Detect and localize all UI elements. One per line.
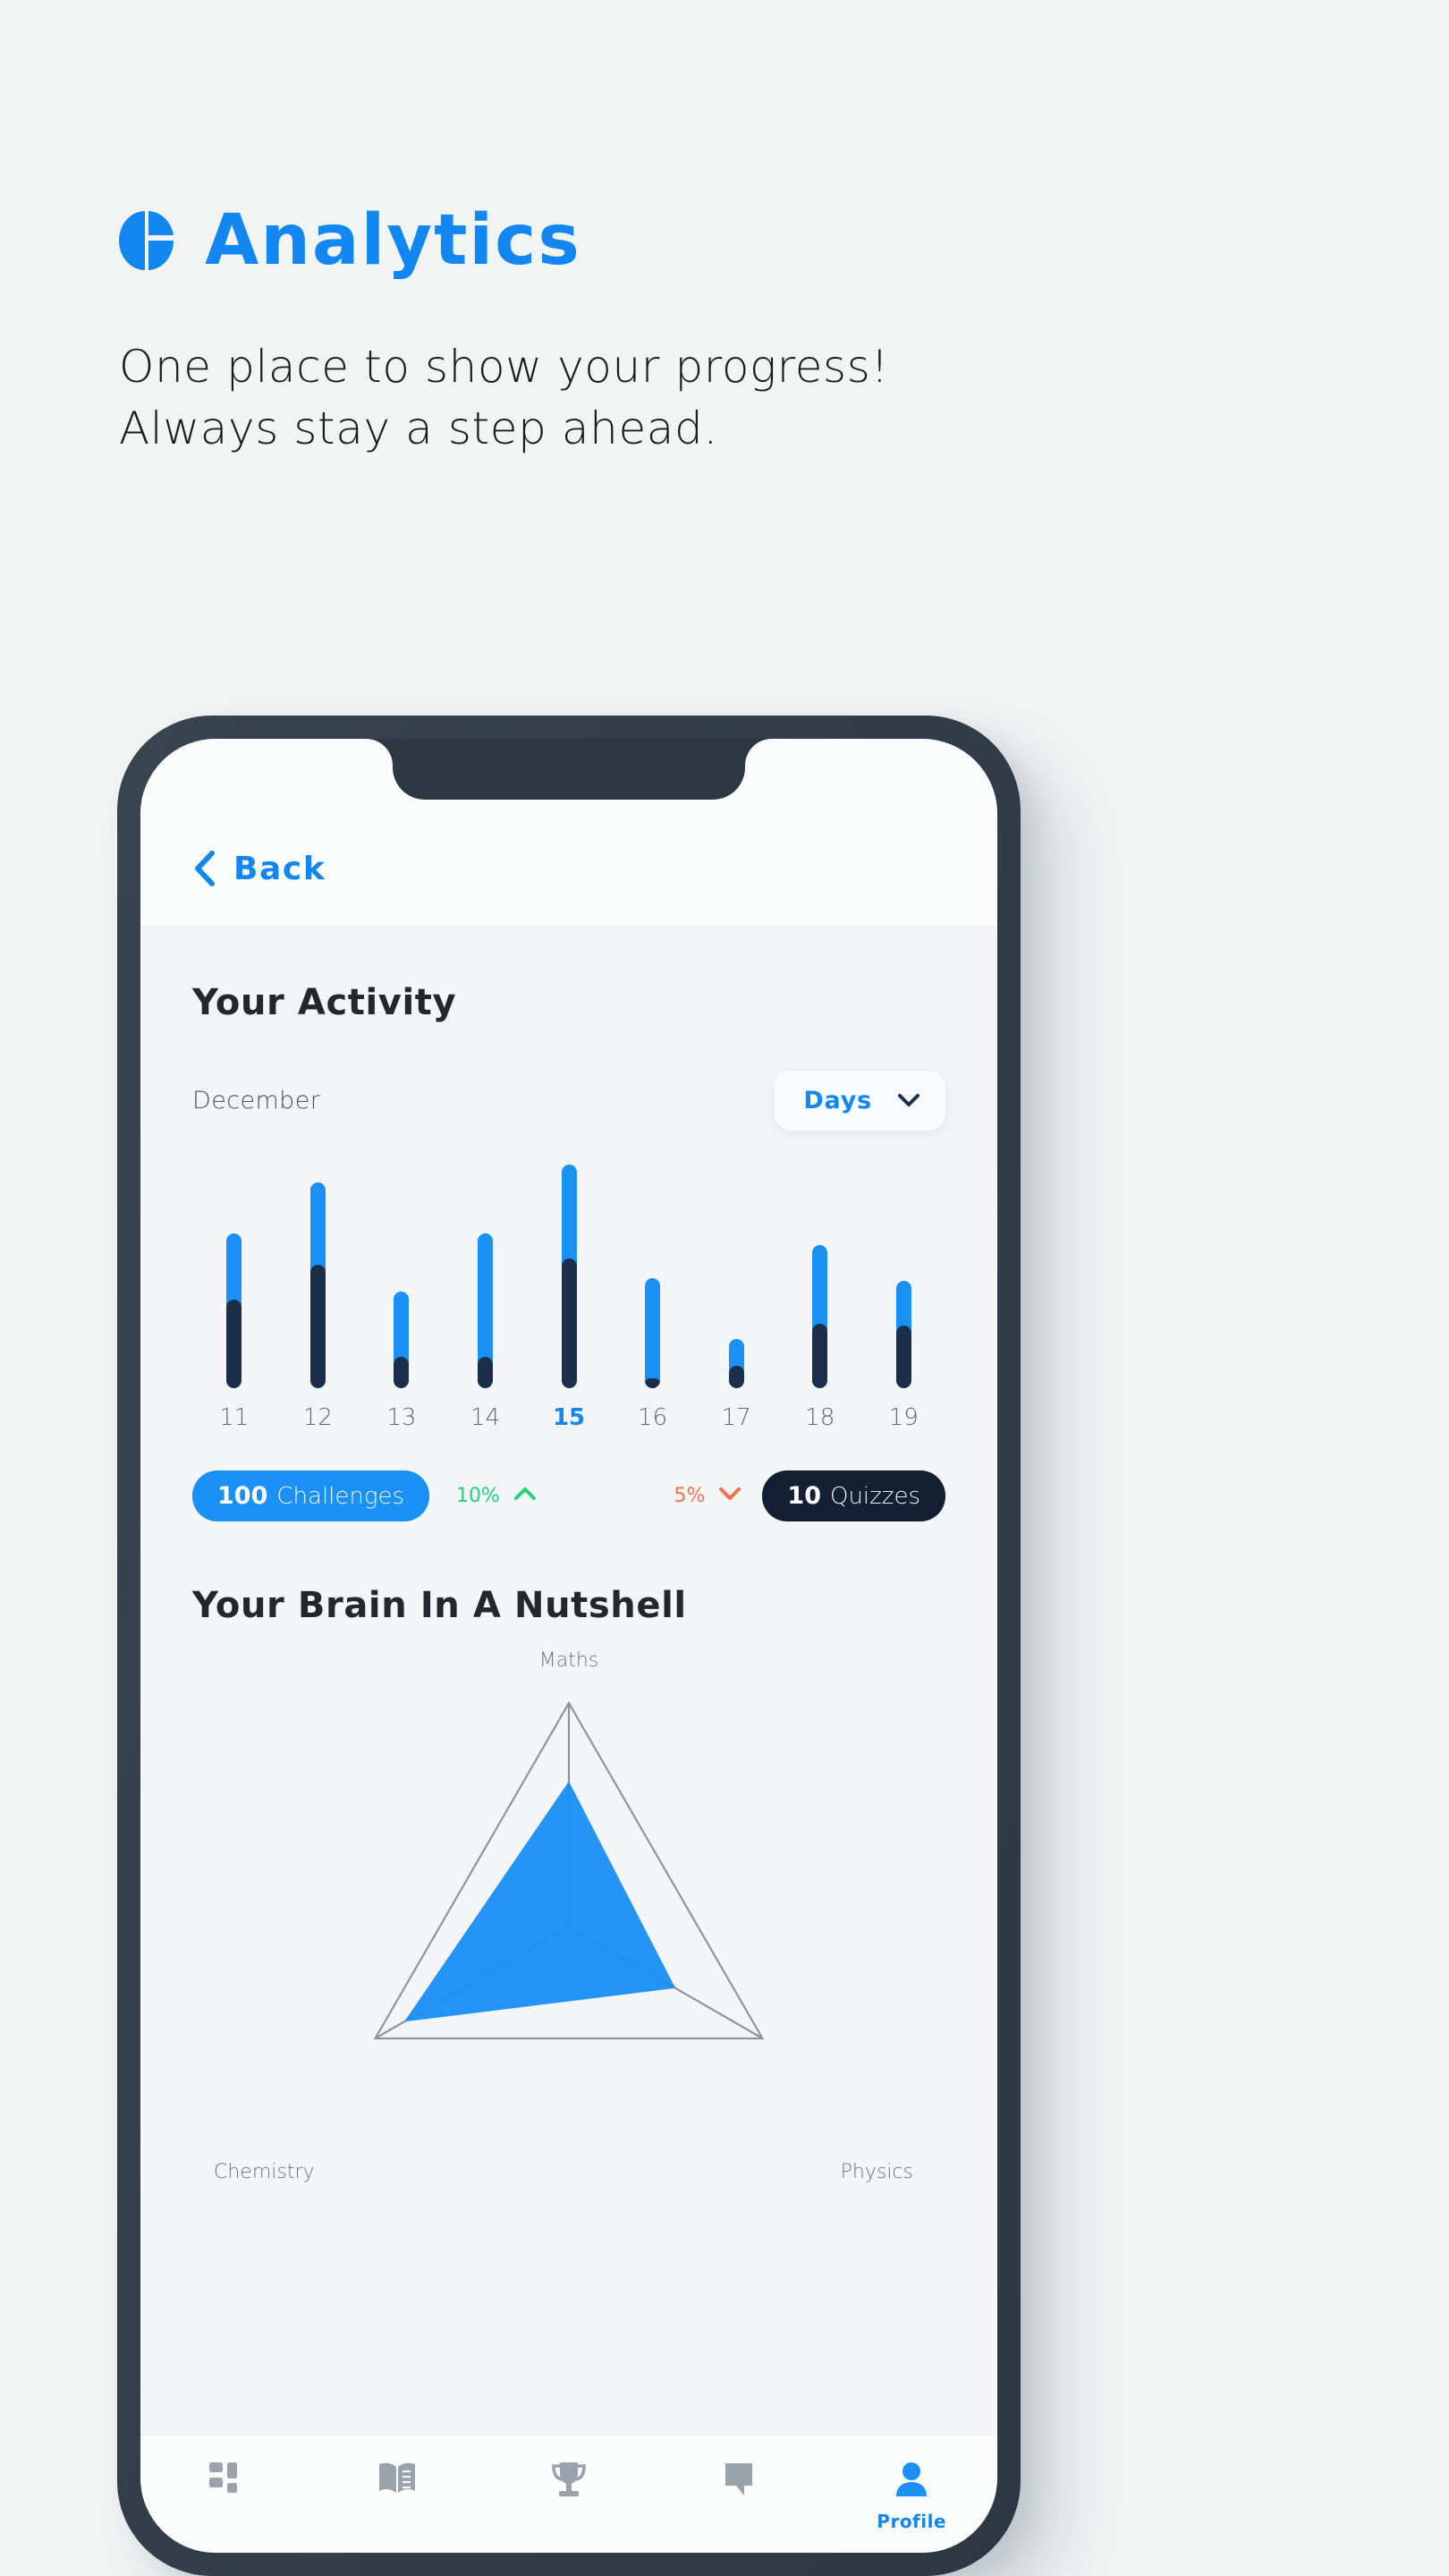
bar-column[interactable] [276,1165,360,1388]
challenges-badge[interactable]: 100 Challenges [192,1470,430,1521]
open-book-icon [377,2461,418,2500]
challenges-delta: 10% [456,1485,538,1507]
bar-column[interactable] [527,1165,611,1388]
quizzes-delta-value: 5% [674,1484,706,1507]
bar-chart-x-label[interactable]: 18 [778,1404,862,1431]
quizzes-label: Quizzes [829,1482,920,1510]
activity-bar-completed-segment [645,1378,661,1388]
tab-dashboard[interactable] [140,2461,312,2502]
hero-subtitle-line-2: Always stay a step ahead. [119,402,718,454]
hero-subtitle: One place to show your progress! Always … [119,336,1192,460]
activity-bar-completed-segment [394,1357,410,1388]
bottom-tab-bar: Profile [140,2435,997,2553]
grid-dashboard-icon [208,2461,245,2502]
chat-bubble-icon [723,2461,758,2502]
phone-notch [393,739,745,800]
bar-chart-x-label[interactable]: 17 [694,1404,778,1431]
radar-chart-svg [373,1700,765,2040]
activity-bar[interactable] [477,1233,493,1388]
activity-bar-completed-segment [561,1258,577,1388]
bar-chart-x-label[interactable]: 11 [192,1404,276,1431]
activity-bar-completed-segment [812,1324,828,1388]
activity-bar[interactable] [561,1165,577,1388]
activity-bar[interactable] [309,1182,326,1388]
chevron-up-icon [513,1486,538,1505]
bar-column[interactable] [862,1165,946,1388]
month-and-range-row: December Days [192,1068,945,1132]
stats-badges-row: 100 Challenges 10% 5% 10 Quizzes [192,1470,945,1521]
phone-mockup: Back Your Activity December Days 11 12 1… [117,716,1021,2576]
activity-bar[interactable] [645,1278,661,1388]
page-title: Analytics [205,200,581,281]
challenges-label: Challenges [276,1482,405,1510]
activity-bar[interactable] [728,1339,744,1388]
tab-rewards[interactable] [483,2461,655,2504]
range-selector-label: Days [803,1086,872,1114]
tab-messages[interactable] [655,2461,826,2502]
bar-chart-x-axis-labels: 11 12 13 14 15 16 17 18 19 [192,1404,945,1431]
bar-chart-x-label[interactable]: 16 [611,1404,695,1431]
chevron-down-icon [717,1486,742,1505]
back-button[interactable]: Back [192,850,326,887]
activity-bar-completed-segment [477,1357,493,1388]
tab-library[interactable] [312,2461,484,2500]
activity-bar[interactable] [895,1281,911,1388]
range-selector-dropdown[interactable]: Days [775,1070,945,1131]
challenges-count: 100 [217,1481,268,1510]
activity-bar-completed-segment [226,1300,242,1388]
activity-section-title: Your Activity [192,982,457,1023]
activity-bar-chart [192,1165,945,1388]
activity-bar[interactable] [226,1233,242,1388]
bar-chart-x-label[interactable]: 13 [360,1404,444,1431]
chevron-down-icon [897,1093,920,1107]
bar-column[interactable] [192,1165,276,1388]
quizzes-delta: 5% [674,1485,743,1507]
bar-chart-x-label[interactable]: 12 [276,1404,360,1431]
trophy-icon [550,2461,588,2504]
activity-bar-completed-segment [309,1265,326,1388]
app-content: Your Activity December Days 11 12 13 14 15 16… [140,927,997,2435]
bar-column[interactable] [444,1165,528,1388]
quizzes-count: 10 [787,1481,821,1510]
activity-bar[interactable] [812,1245,828,1388]
month-label: December [192,1086,321,1114]
activity-bar-completed-segment [728,1366,744,1388]
hero-subtitle-line-1: One place to show your progress! [119,341,889,393]
bar-chart-x-label[interactable]: 15 [527,1404,611,1431]
bar-column[interactable] [694,1165,778,1388]
challenges-delta-value: 10% [456,1484,500,1507]
bar-chart-bars [192,1165,945,1388]
radar-label-physics: Physics [840,2161,913,2183]
bar-column[interactable] [611,1165,695,1388]
nutshell-section-title: Your Brain In A Nutshell [192,1585,687,1626]
radar-label-maths: Maths [538,1649,599,1672]
hero-section: Analytics One place to show your progres… [119,206,1192,460]
phone-screen: Back Your Activity December Days 11 12 1… [140,739,997,2553]
brain-radar-chart: Maths Chemistry Physics [192,1649,945,2204]
back-label: Back [233,850,326,887]
bar-column[interactable] [360,1165,444,1388]
bar-column[interactable] [778,1165,862,1388]
hero-title-row: Analytics [119,206,1192,275]
chevron-left-icon [192,850,216,887]
bar-chart-x-label[interactable]: 14 [444,1404,528,1431]
quizzes-badge[interactable]: 10 Quizzes [762,1470,945,1521]
activity-bar[interactable] [394,1292,410,1388]
radar-label-chemistry: Chemistry [214,2161,315,2183]
tab-label-profile: Profile [877,2511,947,2532]
bar-chart-x-label[interactable]: 19 [862,1404,946,1431]
tab-profile[interactable]: Profile [826,2461,997,2532]
pie-chart-logo-icon [119,208,174,274]
activity-bar-completed-segment [895,1326,911,1388]
person-icon [893,2461,930,2502]
